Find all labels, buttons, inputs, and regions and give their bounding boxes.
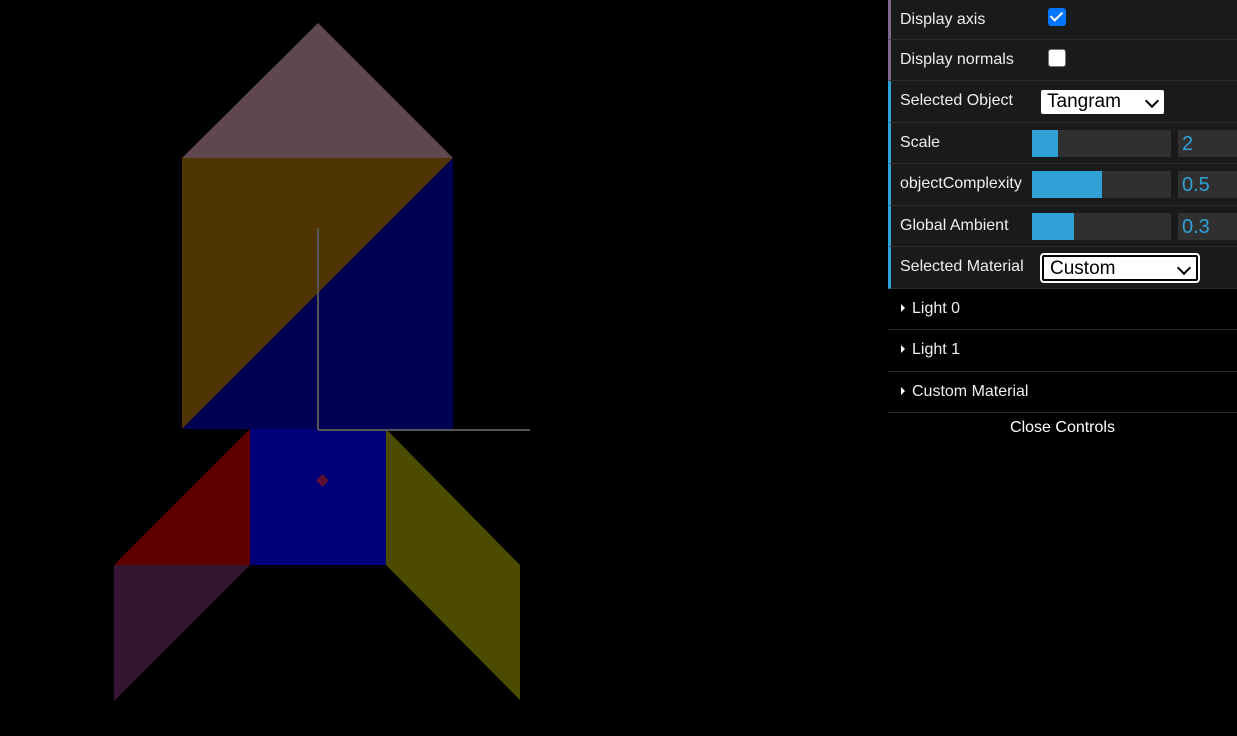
- chevron-down-icon: [1176, 260, 1192, 276]
- controls-panel: Display axis Display normals Selected Ob…: [888, 0, 1237, 443]
- selected-material-label: Selected Material: [900, 258, 1024, 275]
- global-ambient-row: Global Ambient 0.3: [888, 206, 1237, 247]
- folder-light-1[interactable]: Light 1: [888, 330, 1237, 372]
- caret-right-icon: [901, 387, 905, 395]
- folder-custom-material[interactable]: Custom Material: [888, 372, 1237, 413]
- tangram-yellow-parallelogram: [386, 429, 520, 700]
- display-axis-label: Display axis: [900, 11, 986, 28]
- folder-custom-material-label: Custom Material: [912, 383, 1029, 400]
- object-complexity-label: objectComplexity: [900, 175, 1022, 192]
- tangram-purple-parallelogram: [114, 565, 250, 701]
- caret-right-icon: [901, 345, 905, 353]
- selected-object-dropdown[interactable]: Tangram: [1041, 90, 1164, 114]
- tangram-square: [250, 429, 386, 565]
- display-axis-checkbox[interactable]: [1048, 8, 1066, 26]
- caret-right-icon: [901, 304, 905, 312]
- object-complexity-slider-fill: [1032, 171, 1102, 198]
- object-complexity-input[interactable]: 0.5: [1178, 171, 1237, 198]
- object-complexity-row: objectComplexity 0.5: [888, 164, 1237, 206]
- close-controls-button[interactable]: Close Controls: [888, 413, 1237, 443]
- scale-label: Scale: [900, 134, 941, 151]
- folder-light-0-label: Light 0: [912, 300, 961, 317]
- selected-material-row: Selected Material Custom: [888, 247, 1237, 289]
- scale-row: Scale 2: [888, 123, 1237, 164]
- display-normals-label: Display normals: [900, 51, 1014, 68]
- object-complexity-slider[interactable]: [1032, 171, 1171, 198]
- selected-object-row: Selected Object Tangram: [888, 81, 1237, 123]
- tangram-roof-triangle: [182, 23, 453, 158]
- display-normals-checkbox[interactable]: [1048, 49, 1066, 67]
- selected-material-value: Custom: [1050, 258, 1116, 279]
- selected-object-value: Tangram: [1047, 91, 1121, 112]
- scale-input[interactable]: 2: [1178, 130, 1237, 157]
- global-ambient-input[interactable]: 0.3: [1178, 213, 1237, 240]
- display-normals-row[interactable]: Display normals: [888, 40, 1237, 81]
- display-axis-row[interactable]: Display axis: [888, 0, 1237, 40]
- global-ambient-slider[interactable]: [1032, 213, 1171, 240]
- scale-slider[interactable]: [1032, 130, 1171, 157]
- folder-light-1-label: Light 1: [912, 341, 961, 358]
- chevron-down-icon: [1144, 93, 1160, 109]
- scale-slider-fill: [1032, 130, 1059, 157]
- selected-object-label: Selected Object: [900, 92, 1013, 109]
- global-ambient-label: Global Ambient: [900, 217, 1009, 234]
- selected-material-dropdown[interactable]: Custom: [1040, 253, 1200, 283]
- tangram-red-triangle: [114, 429, 250, 565]
- global-ambient-slider-fill: [1032, 213, 1074, 240]
- folder-light-0[interactable]: Light 0: [888, 289, 1237, 330]
